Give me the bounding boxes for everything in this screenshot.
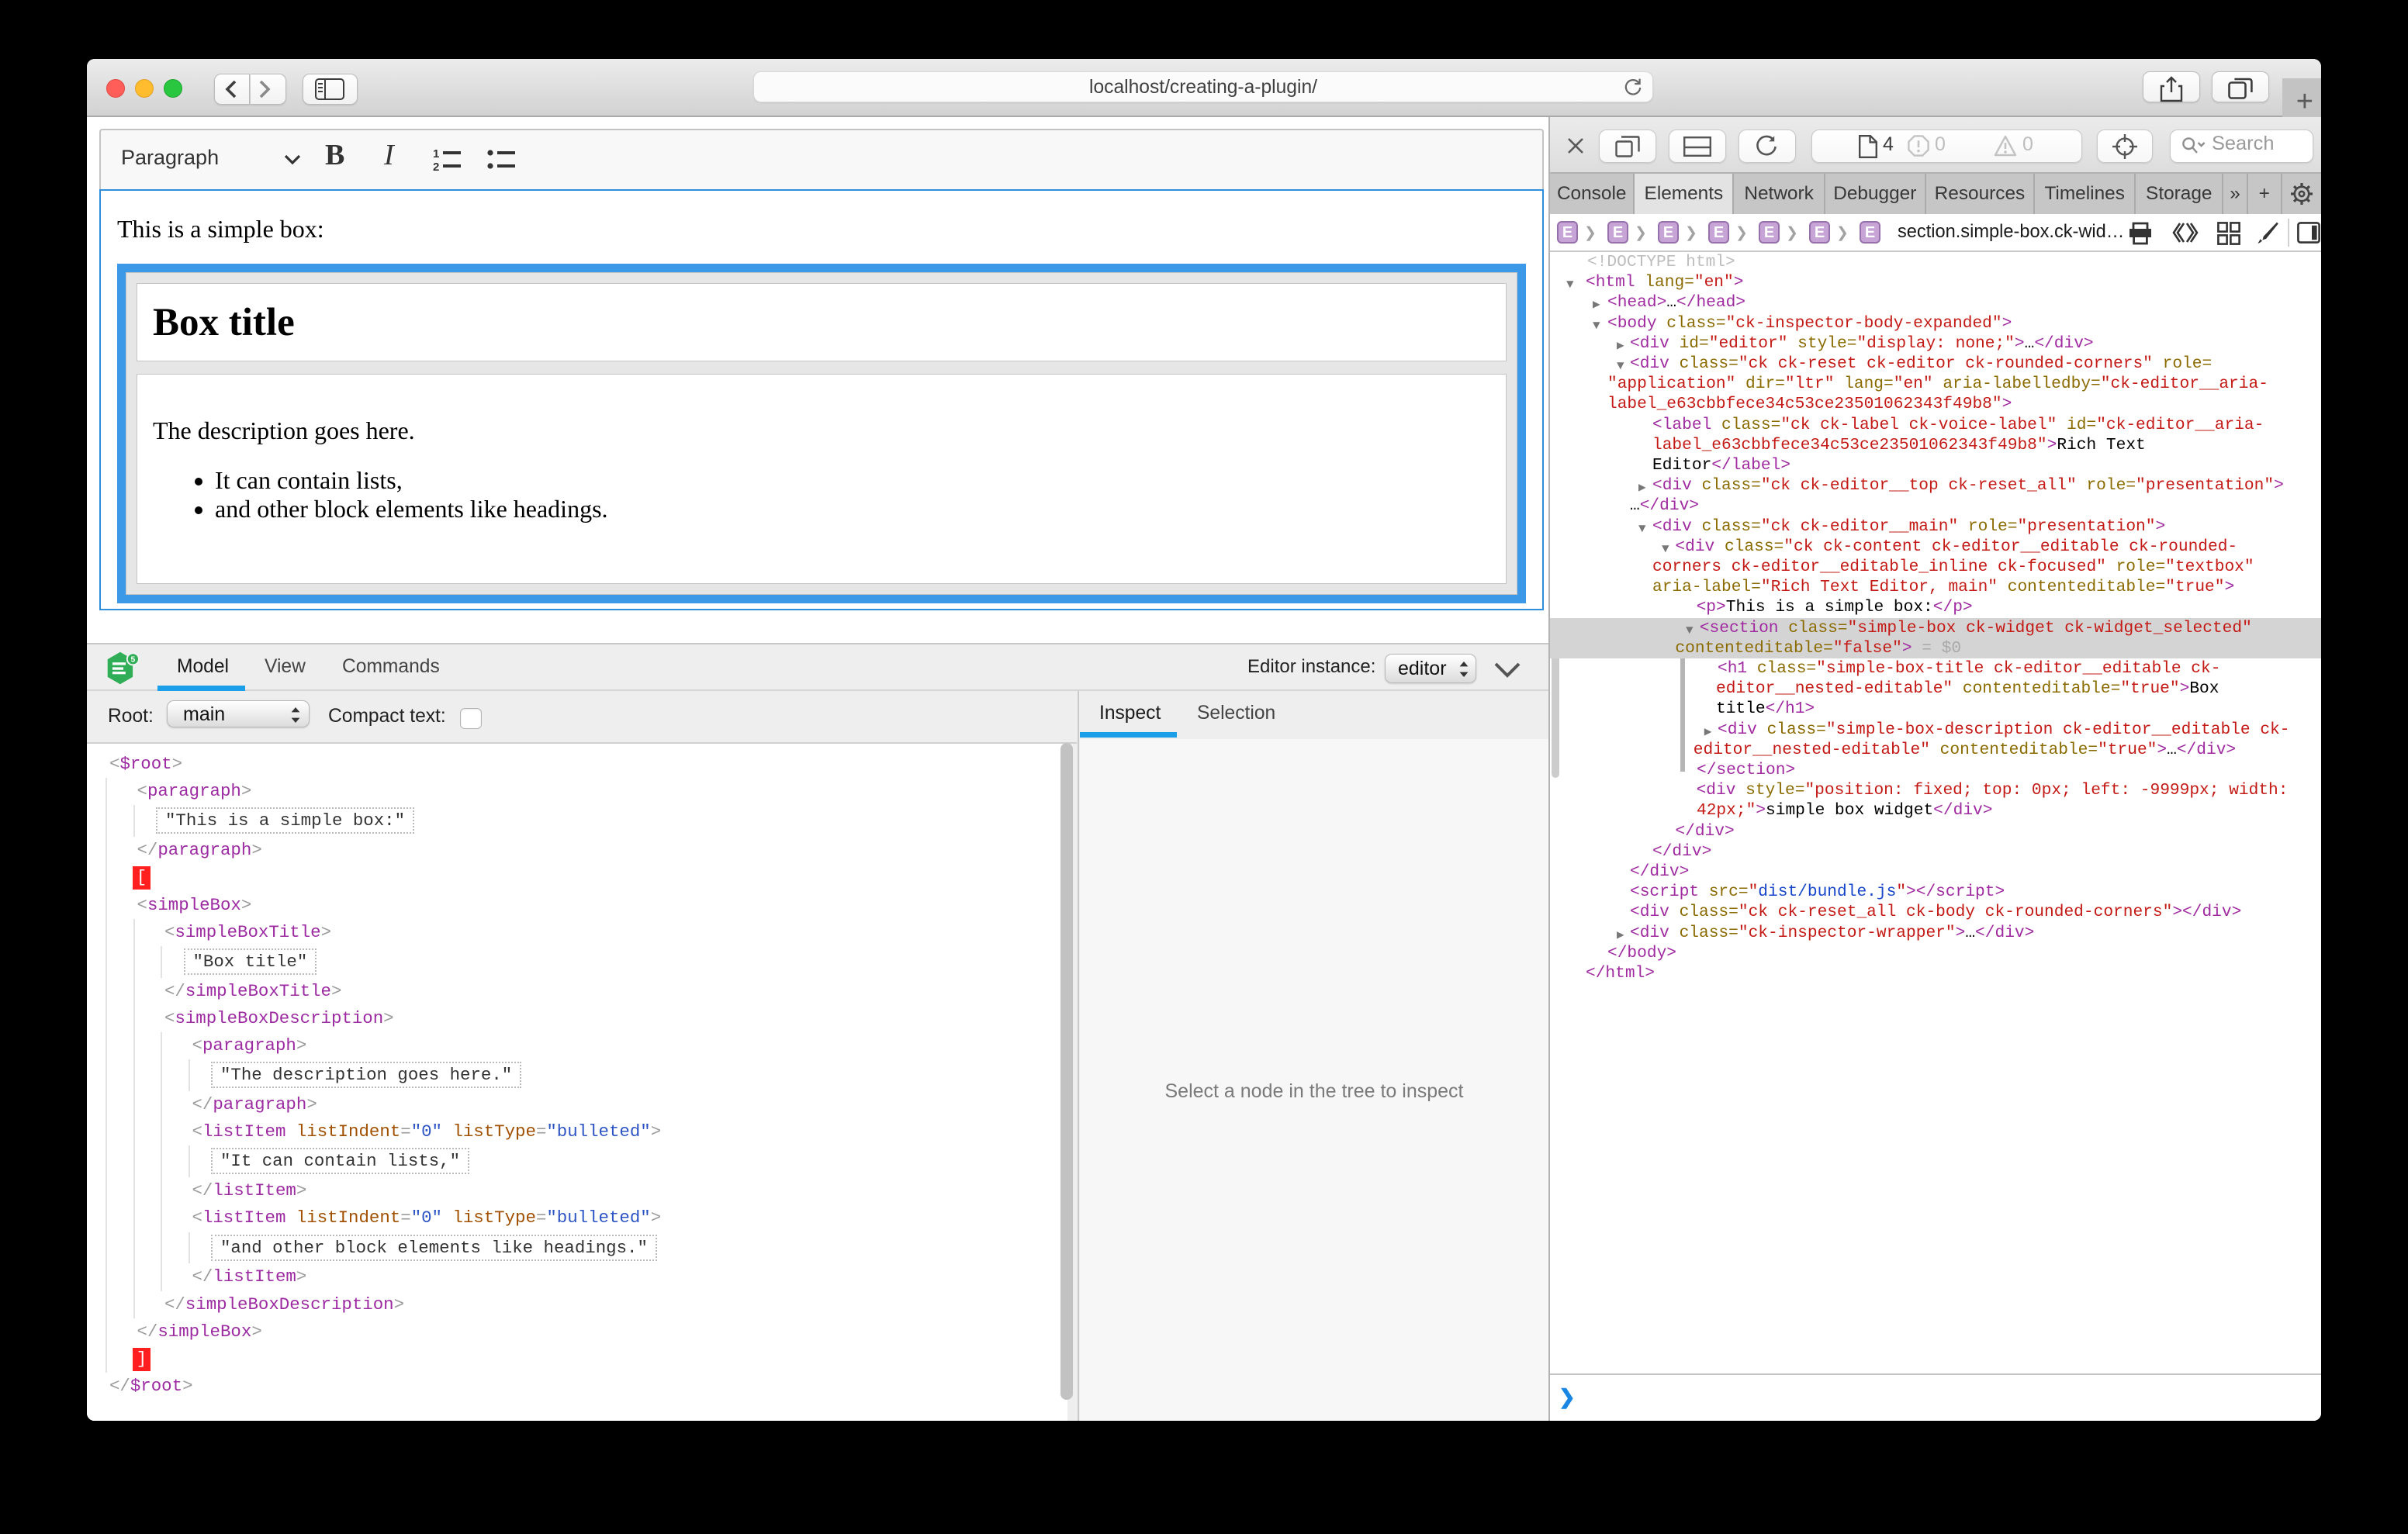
svg-text:5: 5 [130, 656, 135, 665]
svg-text:1: 1 [433, 147, 439, 161]
svg-text:2: 2 [433, 161, 439, 172]
